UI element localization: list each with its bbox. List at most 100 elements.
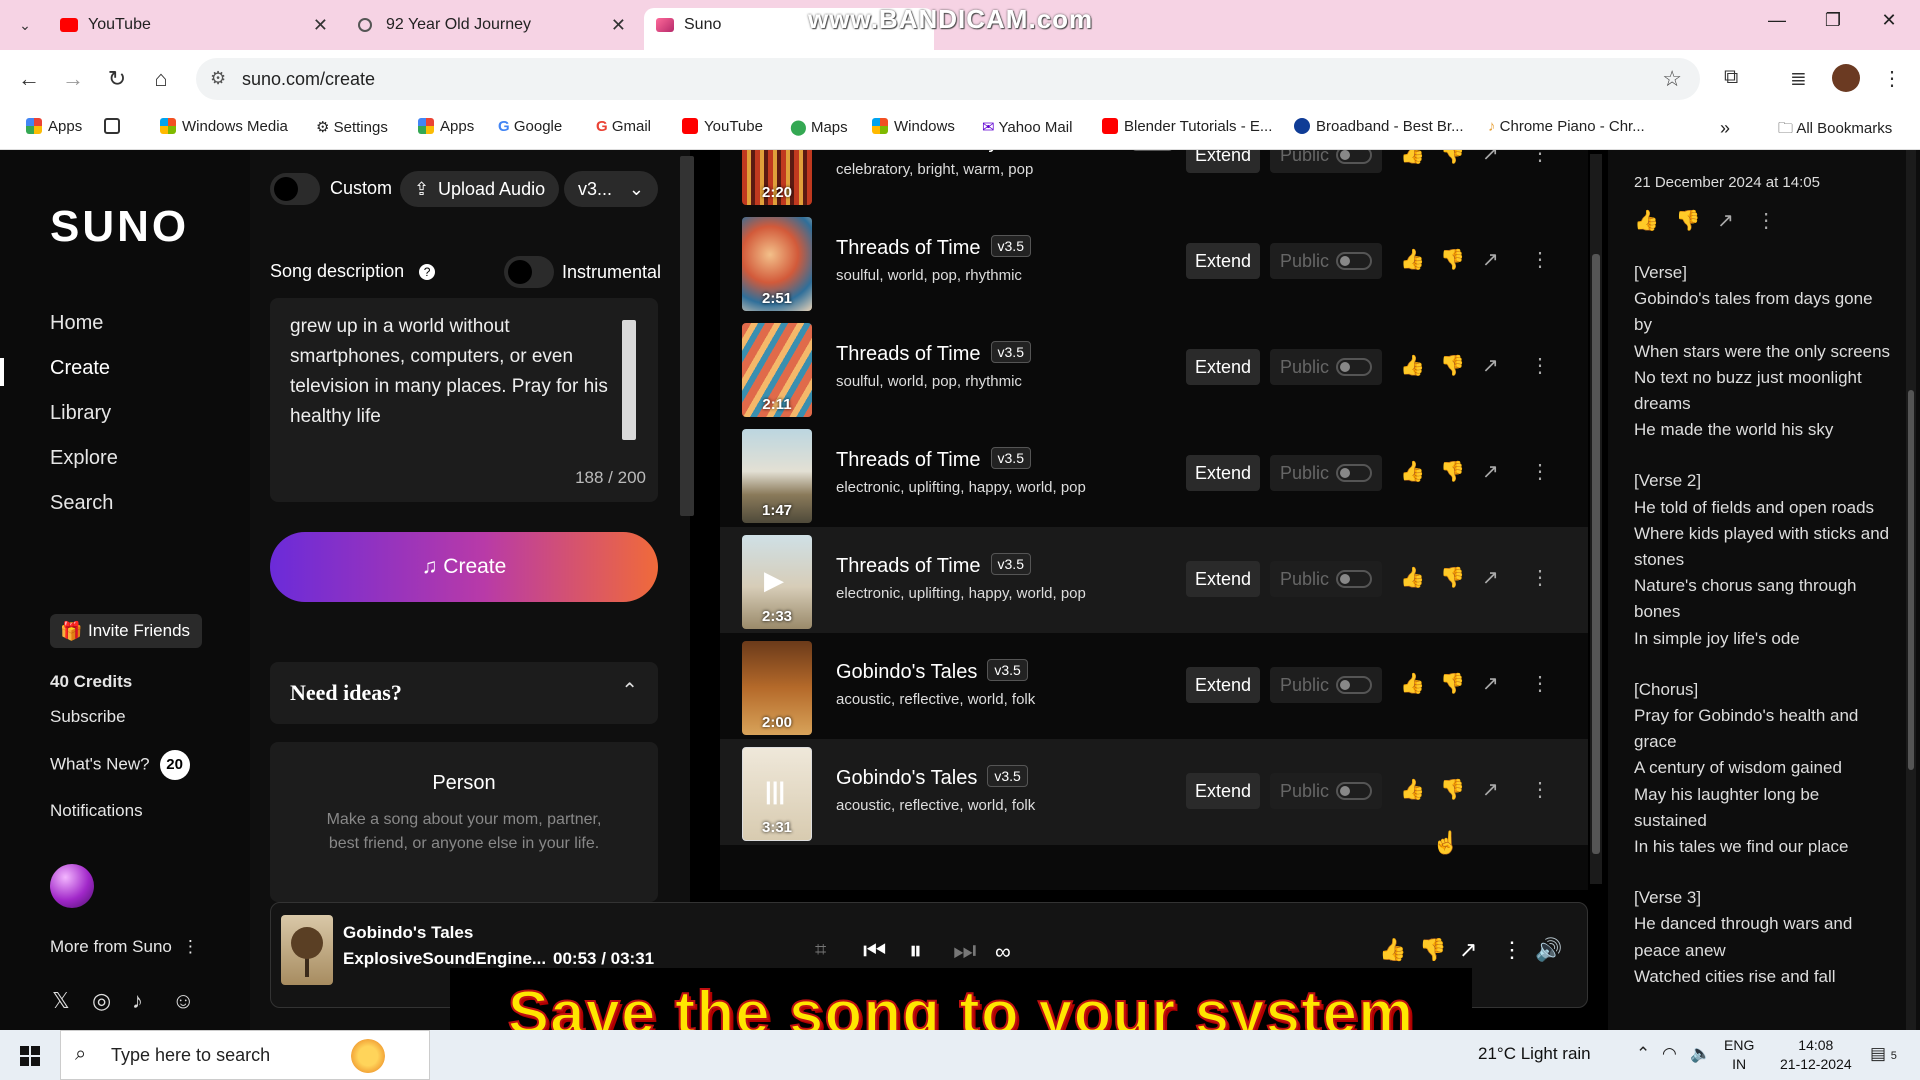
more-icon[interactable]: ⋮ xyxy=(1530,353,1550,378)
toggle-switch[interactable] xyxy=(1336,464,1372,482)
sidebar-item-explore[interactable]: Explore xyxy=(50,447,118,470)
tab-search-chevron-icon[interactable]: ⌄ xyxy=(12,12,38,38)
notifications-link[interactable]: Notifications xyxy=(50,801,143,821)
sidebar-item-home[interactable]: Home xyxy=(50,312,103,335)
windows-start-icon[interactable] xyxy=(20,1046,40,1066)
song-tags[interactable]: acoustic, reflective, world, folk xyxy=(836,797,1035,814)
avatar[interactable] xyxy=(50,864,94,908)
song-tags[interactable]: celebratory, bright, warm, pop xyxy=(836,161,1033,178)
version-select[interactable]: v3... ⌄ xyxy=(564,171,658,207)
extend-button[interactable]: Extend xyxy=(1186,243,1260,279)
bookmark-chrome-piano[interactable]: ♪ Chrome Piano - Chr... xyxy=(1488,118,1645,135)
bookmark-windows[interactable]: Windows xyxy=(872,118,955,135)
thumbs-down-icon[interactable]: 👎 xyxy=(1440,671,1465,696)
speaker-icon[interactable]: 🔈 xyxy=(1690,1044,1711,1064)
song-cover-art[interactable]: 2:11 xyxy=(742,323,812,417)
song-row[interactable]: 2:00 Gobindo's Tales v3.5 acoustic, reflect… xyxy=(720,633,1588,739)
song-title[interactable]: Gobindo's Tales v3.5 xyxy=(836,765,1028,790)
tray-chevron-icon[interactable]: ⌃ xyxy=(1636,1044,1650,1064)
song-tags[interactable]: acoustic, reflective, world, folk xyxy=(836,691,1035,708)
toggle-switch[interactable] xyxy=(1336,358,1372,376)
bookmark-settings[interactable]: ⚙ Settings xyxy=(316,118,388,136)
extend-button[interactable]: Extend xyxy=(1186,773,1260,809)
player-song-title[interactable]: Gobindo's Tales xyxy=(343,923,473,943)
thumbs-up-icon[interactable]: 👍 xyxy=(1400,777,1425,802)
bookmark-yahoo-mail[interactable]: ✉ Yahoo Mail xyxy=(982,118,1072,136)
share-icon[interactable]: ↗ xyxy=(1482,565,1499,590)
invite-friends-button[interactable]: 🎁 Invite Friends xyxy=(50,614,203,648)
discord-icon[interactable]: ☺ xyxy=(172,988,194,1014)
more-icon[interactable]: ⋮ xyxy=(1530,565,1550,590)
song-list-scrollbar[interactable] xyxy=(1590,154,1602,884)
share-icon[interactable]: ↗ xyxy=(1482,247,1499,272)
more-icon[interactable]: ⋮ xyxy=(1530,671,1550,696)
idea-card-person[interactable]: Person Make a song about your mom, partn… xyxy=(270,742,658,902)
thumbs-up-icon[interactable]: 👍 xyxy=(1400,353,1425,378)
reload-icon[interactable]: ↻ xyxy=(102,66,132,92)
player-artist[interactable]: ExplosiveSoundEngine... xyxy=(343,949,546,969)
toggle-switch[interactable] xyxy=(1336,150,1372,164)
extend-button[interactable]: Extend xyxy=(1186,667,1260,703)
thumbs-down-icon[interactable]: 👎 xyxy=(1419,937,1446,963)
more-from-suno[interactable]: More from Suno ⋮ xyxy=(50,937,199,957)
share-icon[interactable]: ↗ xyxy=(1459,937,1477,963)
site-info-icon[interactable]: ⚙ xyxy=(210,68,226,89)
song-cover-art[interactable]: 2:20 xyxy=(742,150,812,205)
extend-button[interactable]: Extend xyxy=(1186,349,1260,385)
profile-avatar[interactable] xyxy=(1832,64,1860,92)
scrollbar-thumb[interactable] xyxy=(1908,390,1914,770)
song-cover-art[interactable]: ||| 3:31 xyxy=(742,747,812,841)
song-title[interactable]: Threads of Time v3.5 xyxy=(836,235,1031,260)
more-icon[interactable]: ⋮ xyxy=(1530,777,1550,802)
instagram-icon[interactable]: ◎ xyxy=(92,988,111,1014)
song-row[interactable]: 2:11 Threads of Time v3.5 soulful, world, p… xyxy=(720,315,1588,421)
share-icon[interactable]: ↗ xyxy=(1482,459,1499,484)
lyrics-scrollbar[interactable] xyxy=(1906,150,1916,1030)
share-icon[interactable]: ↗ xyxy=(1717,210,1734,232)
sidebar-item-library[interactable]: Library xyxy=(50,402,111,425)
thumbs-down-icon[interactable]: 👎 xyxy=(1440,459,1465,484)
more-icon[interactable]: ⋮ xyxy=(1530,459,1550,484)
media-control-icon[interactable]: ≣ xyxy=(1790,66,1807,91)
scrollbar-thumb[interactable] xyxy=(1592,254,1600,854)
bookmark-star-icon[interactable]: ☆ xyxy=(1662,66,1682,92)
tab-youtube[interactable]: YouTube ✕ xyxy=(48,8,338,50)
share-icon[interactable]: ↗ xyxy=(1482,671,1499,696)
song-tags[interactable]: soulful, world, pop, rhythmic xyxy=(836,373,1022,390)
upload-audio-button[interactable]: ⇪ Upload Audio xyxy=(400,171,560,207)
previous-icon[interactable]: ⏮ xyxy=(863,935,886,967)
whats-new-link[interactable]: What's New? 20 xyxy=(50,750,190,780)
address-bar[interactable]: ⚙ suno.com/create ☆ xyxy=(196,58,1700,100)
crop-icon[interactable]: ⌗ xyxy=(815,939,826,962)
more-bookmarks-icon[interactable]: » xyxy=(1720,118,1730,139)
thumbs-up-icon[interactable]: 👍 xyxy=(1379,937,1406,963)
song-tags[interactable]: electronic, uplifting, happy, world, pop xyxy=(836,479,1086,496)
more-icon[interactable]: ⋮ xyxy=(1530,247,1550,272)
sidebar-item-search[interactable]: Search xyxy=(50,492,113,515)
thumbs-up-icon[interactable]: 👍 xyxy=(1400,459,1425,484)
song-title[interactable]: Threads of Time v3.5 xyxy=(836,341,1031,366)
wifi-icon[interactable]: ◠ xyxy=(1662,1044,1677,1064)
create-button[interactable]: ♫ Create xyxy=(270,532,658,602)
thumbs-up-icon[interactable]: 👍 xyxy=(1634,210,1659,232)
forward-icon[interactable]: → xyxy=(58,66,88,92)
language-indicator[interactable]: ENG IN xyxy=(1724,1036,1754,1074)
play-icon[interactable]: ▶ xyxy=(764,565,784,596)
subscribe-link[interactable]: Subscribe xyxy=(50,707,126,727)
song-tags[interactable]: electronic, uplifting, happy, world, pop xyxy=(836,585,1086,602)
toggle-switch[interactable] xyxy=(1336,676,1372,694)
bookmark-grid[interactable] xyxy=(104,118,126,135)
extend-button[interactable]: Extend xyxy=(1186,561,1260,597)
tab-journey[interactable]: 92 Year Old Journey ✕ xyxy=(346,8,636,50)
thumbs-up-icon[interactable]: 👍 xyxy=(1400,671,1425,696)
thumbs-down-icon[interactable]: 👎 xyxy=(1440,777,1465,802)
song-description-text[interactable]: grew up in a world without smartphones, … xyxy=(290,312,620,432)
custom-toggle[interactable] xyxy=(270,173,320,205)
suno-logo[interactable]: SUNO xyxy=(50,202,189,252)
sidebar-item-create[interactable]: Create xyxy=(50,357,110,380)
taskbar-search[interactable]: ⌕ Type here to search xyxy=(60,1030,430,1080)
x-icon[interactable]: 𝕏 xyxy=(52,988,70,1014)
bookmark-gmail[interactable]: G Gmail xyxy=(596,118,651,135)
loop-icon[interactable]: ∞ xyxy=(995,939,1011,965)
song-row[interactable]: 2:51 Threads of Time v3.5 soulful, world, p… xyxy=(720,209,1588,315)
